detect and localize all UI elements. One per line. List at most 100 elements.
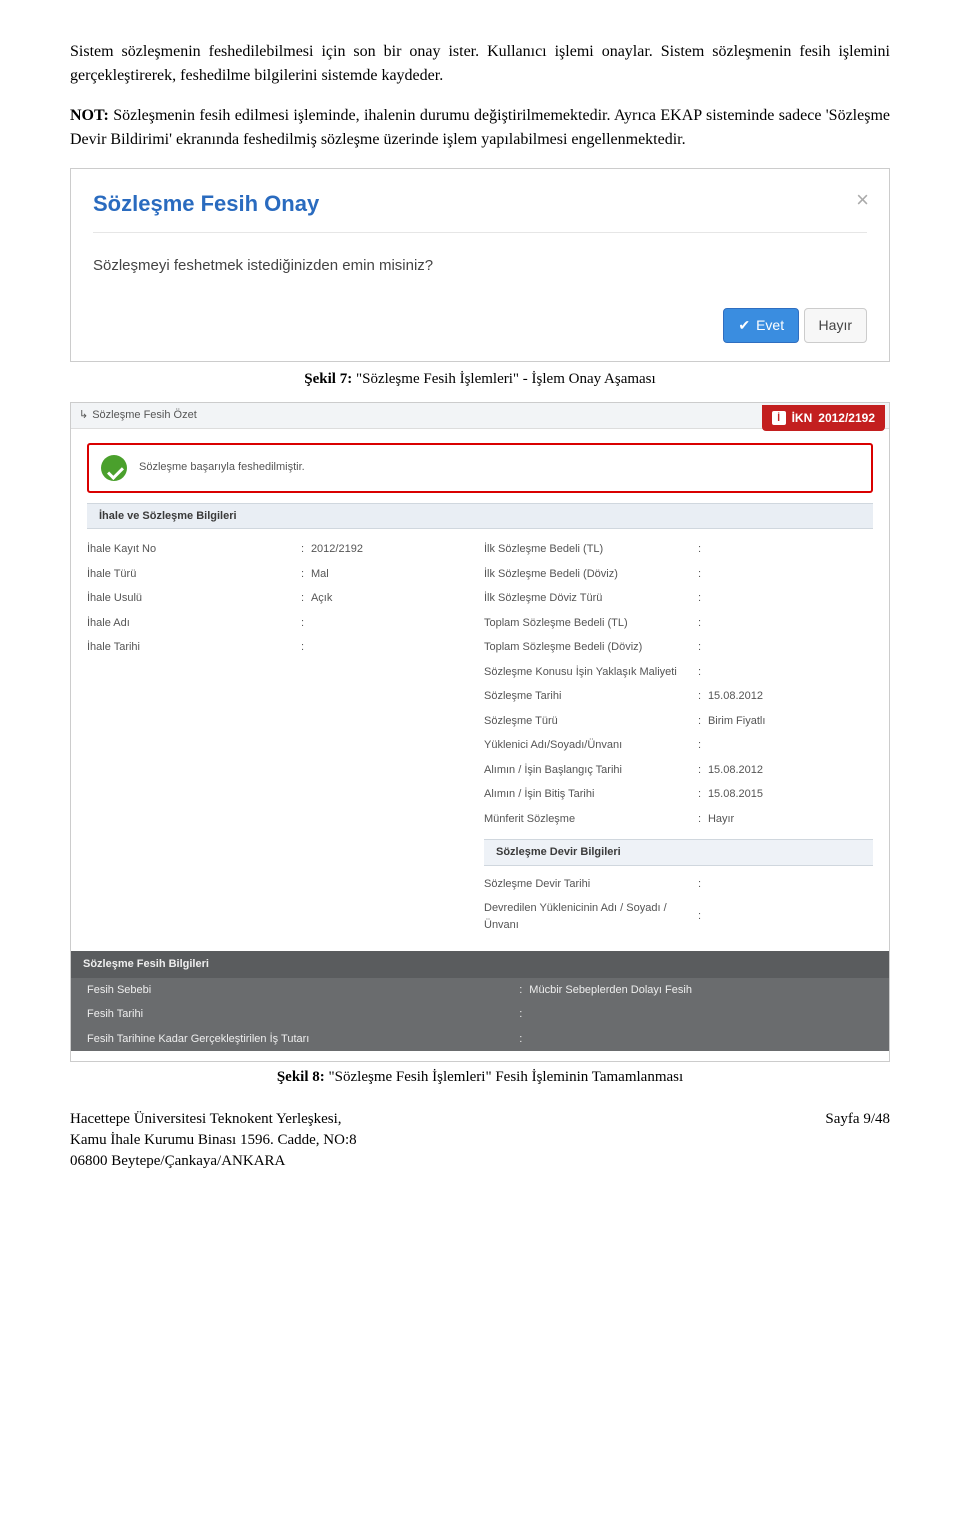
no-button[interactable]: Hayır (804, 308, 867, 343)
kv-colon: : (698, 811, 708, 828)
devir-rows: Sözleşme Devir Tarihi:Devredilen Yükleni… (484, 866, 873, 938)
kv-colon: : (698, 566, 708, 583)
kv-row: İhale Usulü:Açık (87, 586, 476, 611)
kv-colon: : (698, 664, 708, 681)
modal-footer: ✔ Evet Hayır (93, 308, 867, 343)
kv-value: 15.08.2015 (708, 786, 873, 803)
section-ihale-sozlesme: İhale ve Sözleşme Bilgileri (87, 503, 873, 530)
kv-label: Alımın / İşin Başlangıç Tarihi (484, 762, 698, 779)
screenshot-app: ↳ Sözleşme Fesih Özet İ İKN 2012/2192 Sö… (70, 402, 890, 1062)
kv-value: 15.08.2012 (708, 762, 873, 779)
kv-value: Mal (311, 566, 476, 583)
kv-row: Yüklenici Adı/Soyadı/Ünvanı: (484, 733, 873, 758)
page-footer: Hacettepe Üniversitesi Teknokent Yerleşk… (70, 1109, 890, 1172)
page-number: Sayfa 9/48 (825, 1109, 890, 1172)
kv-row: İlk Sözleşme Bedeli (TL): (484, 537, 873, 562)
footer-address: Hacettepe Üniversitesi Teknokent Yerleşk… (70, 1109, 357, 1172)
kv-colon: : (301, 590, 311, 607)
success-text: Sözleşme başarıyla feshedilmiştir. (139, 459, 305, 476)
kv-value: 15.08.2012 (708, 688, 873, 705)
kv-value: Açık (311, 590, 476, 607)
kv-row: İlk Sözleşme Bedeli (Döviz): (484, 562, 873, 587)
kv-colon: : (698, 590, 708, 607)
kv-label: Fesih Sebebi (87, 982, 519, 999)
yes-label: Evet (756, 315, 784, 336)
kv-row: Münferit Sözleşme:Hayır (484, 807, 873, 832)
kv-row: Sözleşme Devir Tarihi: (484, 872, 873, 897)
figure8-caption: Şekil 8: "Sözleşme Fesih İşlemleri" Fesi… (70, 1066, 890, 1089)
divider (93, 232, 867, 233)
kv-row: İlk Sözleşme Döviz Türü: (484, 586, 873, 611)
info-columns: İhale Kayıt No:2012/2192İhale Türü:Malİh… (71, 529, 889, 937)
success-check-icon (101, 455, 127, 481)
ikn-label: İKN (792, 409, 813, 427)
kv-colon: : (698, 876, 708, 893)
kv-row: İhale Adı: (87, 611, 476, 636)
kv-row: İhale Türü:Mal (87, 562, 476, 587)
kv-colon: : (698, 615, 708, 632)
kv-row: Devredilen Yüklenicinin Adı / Soyadı / Ü… (484, 896, 873, 937)
kv-colon: : (698, 908, 708, 925)
kv-label: Fesih Tarihi (87, 1006, 519, 1023)
kv-label: İhale Adı (87, 615, 301, 632)
figure8-label: Şekil 8: (277, 1069, 325, 1085)
kv-colon: : (698, 762, 708, 779)
kv-colon: : (301, 615, 311, 632)
kv-label: Sözleşme Konusu İşin Yaklaşık Maliyeti (484, 664, 698, 681)
footer-line2: Kamu İhale Kurumu Binası 1596. Cadde, NO… (70, 1130, 357, 1151)
left-col: İhale Kayıt No:2012/2192İhale Türü:Malİh… (87, 537, 476, 937)
confirm-modal: × Sözleşme Fesih Onay Sözleşmeyi feshetm… (71, 169, 889, 361)
success-notice: Sözleşme başarıyla feshedilmiştir. (87, 443, 873, 493)
kv-label: Sözleşme Devir Tarihi (484, 876, 698, 893)
breadcrumb-text: Sözleşme Fesih Özet (92, 407, 197, 424)
footer-line1: Hacettepe Üniversitesi Teknokent Yerleşk… (70, 1109, 357, 1130)
yes-button[interactable]: ✔ Evet (723, 308, 799, 343)
kv-colon: : (698, 688, 708, 705)
kv-label: Devredilen Yüklenicinin Adı / Soyadı / Ü… (484, 900, 698, 933)
figure7-label: Şekil 7: (304, 371, 352, 387)
ikn-value: 2012/2192 (818, 409, 875, 427)
kv-colon: : (698, 639, 708, 656)
kv-row: Toplam Sözleşme Bedeli (TL): (484, 611, 873, 636)
kv-label: İhale Türü (87, 566, 301, 583)
kv-row: Sözleşme Türü:Birim Fiyatlı (484, 709, 873, 734)
kv-label: Toplam Sözleşme Bedeli (TL) (484, 615, 698, 632)
kv-colon: : (519, 1031, 529, 1048)
paragraph-note: NOT: Sözleşmenin fesih edilmesi işlemind… (70, 104, 890, 152)
kv-row: Fesih Tarihine Kadar Gerçekleştirilen İş… (71, 1027, 889, 1052)
ikn-badge: İ İKN 2012/2192 (762, 405, 885, 431)
kv-colon: : (519, 1006, 529, 1023)
kv-label: İhale Kayıt No (87, 541, 301, 558)
fesih-rows: Fesih Sebebi:Mücbir Sebeplerden Dolayı F… (71, 978, 889, 1052)
kv-colon: : (301, 541, 311, 558)
kv-label: İhale Tarihi (87, 639, 301, 656)
kv-row: Alımın / İşin Başlangıç Tarihi:15.08.201… (484, 758, 873, 783)
kv-row: Toplam Sözleşme Bedeli (Döviz): (484, 635, 873, 660)
kv-row: Fesih Tarihi: (71, 1002, 889, 1027)
right-col: İlk Sözleşme Bedeli (TL):İlk Sözleşme Be… (484, 537, 873, 937)
kv-row: Alımın / İşin Bitiş Tarihi:15.08.2015 (484, 782, 873, 807)
section-devir: Sözleşme Devir Bilgileri (484, 839, 873, 866)
check-icon: ✔ (738, 315, 750, 336)
kv-colon: : (519, 982, 529, 999)
figure7-caption: Şekil 7: "Sözleşme Fesih İşlemleri" - İş… (70, 368, 890, 391)
kv-label: Sözleşme Tarihi (484, 688, 698, 705)
kv-row: Sözleşme Tarihi:15.08.2012 (484, 684, 873, 709)
breadcrumb-arrow-icon: ↳ (79, 407, 88, 424)
kv-row: Sözleşme Konusu İşin Yaklaşık Maliyeti: (484, 660, 873, 685)
modal-title: Sözleşme Fesih Onay (93, 187, 867, 220)
kv-colon: : (698, 786, 708, 803)
note-label: NOT: (70, 107, 109, 124)
close-icon[interactable]: × (856, 183, 869, 216)
kv-colon: : (698, 737, 708, 754)
modal-body: Sözleşmeyi feshetmek istediğinizden emin… (93, 255, 867, 278)
section-fesih: Sözleşme Fesih Bilgileri (71, 951, 889, 978)
kv-label: Yüklenici Adı/Soyadı/Ünvanı (484, 737, 698, 754)
ikn-flag-icon: İ (772, 411, 786, 425)
kv-label: Alımın / İşin Bitiş Tarihi (484, 786, 698, 803)
kv-row: Fesih Sebebi:Mücbir Sebeplerden Dolayı F… (71, 978, 889, 1003)
kv-label: Sözleşme Türü (484, 713, 698, 730)
kv-label: Toplam Sözleşme Bedeli (Döviz) (484, 639, 698, 656)
note-text: Sözleşmenin fesih edilmesi işleminde, ih… (70, 107, 890, 148)
kv-label: İlk Sözleşme Bedeli (TL) (484, 541, 698, 558)
